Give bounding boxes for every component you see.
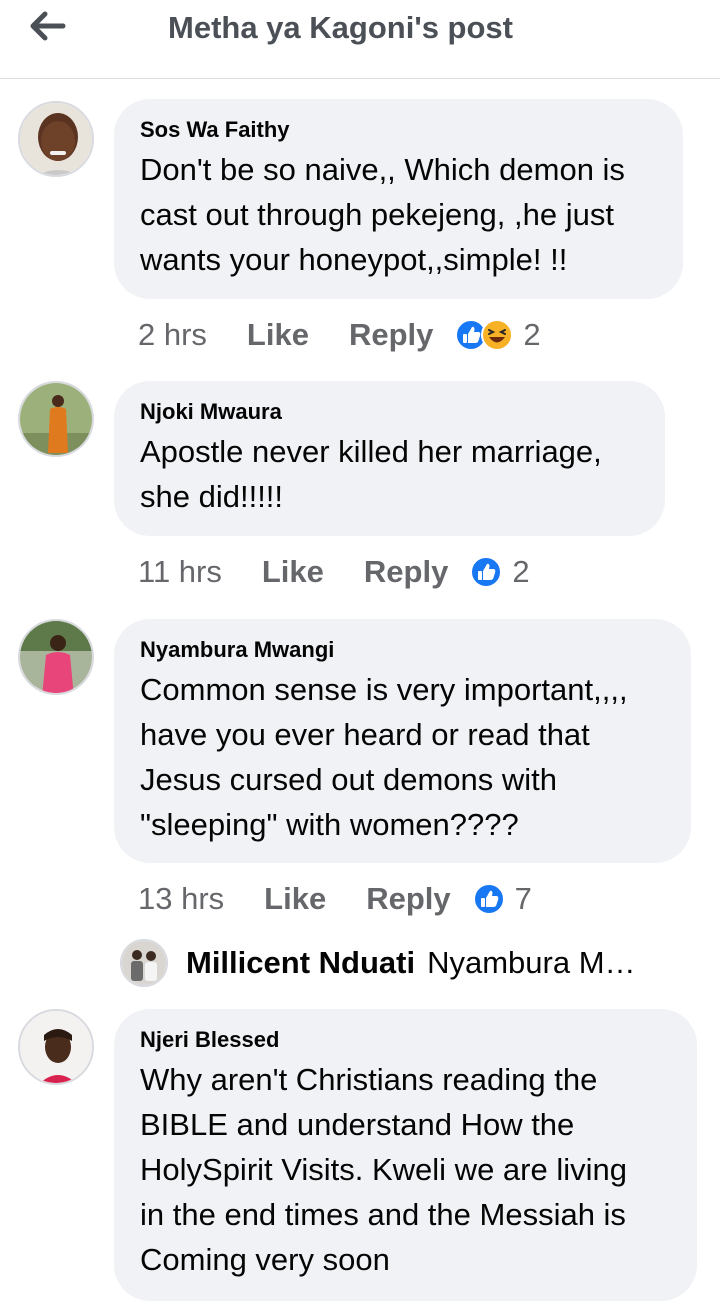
comment-text: Common sense is very important,,,, have … — [140, 672, 628, 842]
back-button[interactable] — [28, 6, 68, 46]
comment-time[interactable]: 13 hrs — [138, 881, 224, 917]
comment-bubble: Nyambura Mwangi Common sense is very imp… — [114, 619, 691, 863]
avatar[interactable] — [18, 101, 94, 177]
reaction-count: 2 — [512, 554, 530, 589]
avatar[interactable] — [18, 381, 94, 457]
back-arrow-icon — [30, 11, 66, 41]
reactions-summary[interactable]: 7 — [472, 881, 532, 917]
reply-preview[interactable]: Millicent Nduati Nyambura M… — [120, 938, 636, 988]
like-button[interactable]: Like — [264, 881, 326, 917]
reactions-summary[interactable]: 2 — [470, 554, 530, 590]
reply-avatar — [120, 939, 168, 987]
comment-bubble: Njeri Blessed Why aren't Christians read… — [114, 1009, 697, 1301]
reply-snippet: Nyambura M… — [427, 945, 636, 980]
comment-time[interactable]: 2 hrs — [138, 317, 207, 353]
like-reaction-icon — [472, 883, 505, 915]
reaction-count: 7 — [514, 881, 532, 916]
comment-actions: 13 hrs Like Reply 7 — [138, 879, 532, 919]
comment-actions: 2 hrs Like Reply 2 — [138, 315, 541, 355]
comment-author[interactable]: Nyambura Mwangi — [140, 635, 665, 665]
comment-actions: 11 hrs Like Reply 2 — [138, 552, 530, 592]
reaction-count: 2 — [523, 317, 541, 352]
comment-author[interactable]: Sos Wa Faithy — [140, 115, 657, 145]
comment-text: Apostle never killed her marriage, she d… — [140, 434, 602, 514]
comment-text: Don't be so naive,, Which demon is cast … — [140, 152, 625, 277]
like-button[interactable]: Like — [247, 317, 309, 353]
comment-text: Why aren't Christians reading the BIBLE … — [140, 1062, 627, 1277]
comment-bubble: Njoki Mwaura Apostle never killed her ma… — [114, 381, 665, 536]
reply-button[interactable]: Reply — [366, 881, 450, 917]
reply-button[interactable]: Reply — [364, 554, 448, 590]
comment-bubble: Sos Wa Faithy Don't be so naive,, Which … — [114, 99, 683, 299]
avatar[interactable] — [18, 619, 94, 695]
post-header: Metha ya Kagoni's post — [0, 0, 720, 79]
reactions-summary[interactable]: 2 — [455, 317, 541, 353]
haha-reaction-icon — [481, 319, 514, 351]
comment-author[interactable]: Njeri Blessed — [140, 1025, 671, 1055]
reply-button[interactable]: Reply — [349, 317, 433, 353]
comment-author[interactable]: Njoki Mwaura — [140, 397, 639, 427]
like-button[interactable]: Like — [262, 554, 324, 590]
comment-time[interactable]: 11 hrs — [138, 554, 222, 590]
like-reaction-icon — [470, 556, 503, 588]
page-title: Metha ya Kagoni's post — [168, 10, 513, 45]
reply-author: Millicent Nduati — [186, 945, 416, 980]
avatar[interactable] — [18, 1009, 94, 1085]
